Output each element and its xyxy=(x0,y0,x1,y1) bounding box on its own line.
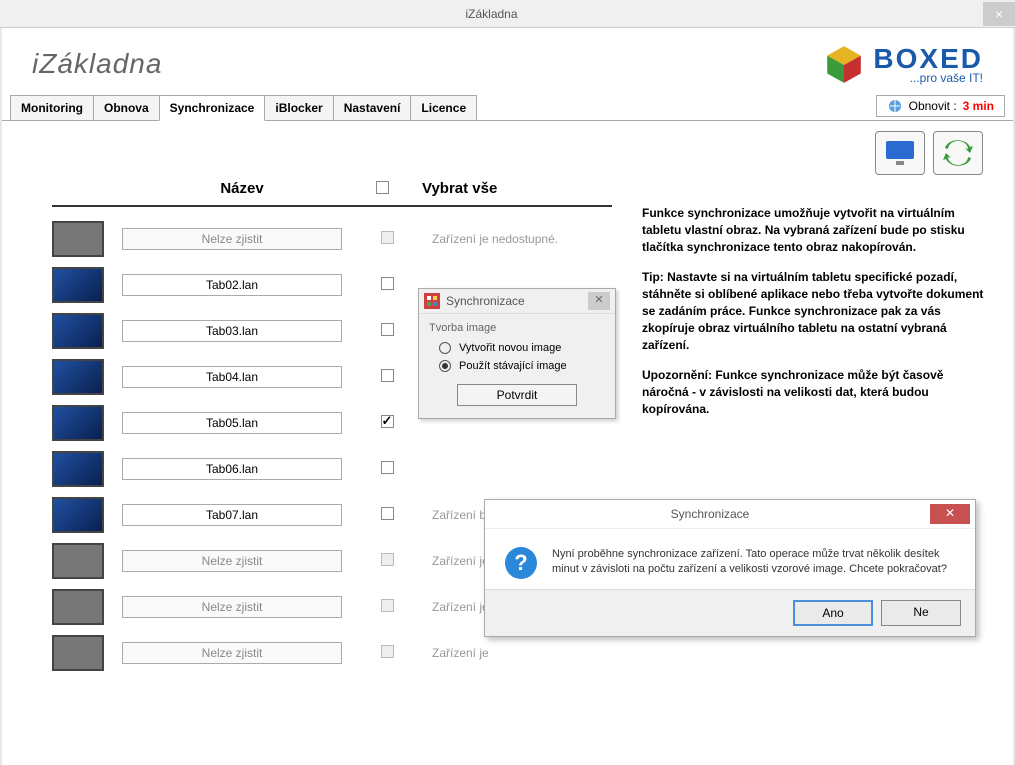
window-title: iZákladna xyxy=(0,7,983,21)
radio-icon xyxy=(439,342,451,354)
info-p2: Tip: Nastavte si na virtuálním tabletu s… xyxy=(642,270,983,351)
device-status: Zařízení bu xyxy=(412,508,493,522)
tab-synchronizace[interactable]: Synchronizace xyxy=(159,95,266,121)
info-p1: Funkce synchronizace umožňuje vytvořit n… xyxy=(642,206,965,254)
app-header: iZákladna BOXED ...pro vaše IT! xyxy=(2,28,1013,95)
device-row: Nelze zjistit Zařízení je nedostupné. xyxy=(52,221,612,257)
refresh-label: Obnovit : xyxy=(909,99,957,113)
device-thumbnail[interactable] xyxy=(52,635,104,671)
select-all-checkbox[interactable] xyxy=(376,181,389,194)
confirm-popup-title: Synchronizace xyxy=(490,507,930,521)
image-confirm-button[interactable]: Potvrdit xyxy=(457,384,577,406)
device-status: Zařízení je xyxy=(412,554,489,568)
device-name-field[interactable]: Tab06.lan xyxy=(122,458,342,480)
device-checkbox xyxy=(381,599,394,612)
device-thumbnail[interactable] xyxy=(52,267,104,303)
device-thumbnail[interactable] xyxy=(52,543,104,579)
toolbar xyxy=(2,121,1013,175)
device-checkbox[interactable] xyxy=(381,369,394,382)
confirm-popup: Synchronizace ✕ ? Nyní proběhne synchron… xyxy=(484,499,976,637)
device-name-field[interactable]: Tab05.lan xyxy=(122,412,342,434)
tab-nastavení[interactable]: Nastavení xyxy=(333,95,412,120)
device-name-field: Nelze zjistit xyxy=(122,228,342,250)
device-checkbox[interactable] xyxy=(381,507,394,520)
radio-icon xyxy=(439,360,451,372)
device-thumbnail[interactable] xyxy=(52,221,104,257)
tab-obnova[interactable]: Obnova xyxy=(93,95,160,120)
question-icon: ? xyxy=(505,547,537,579)
device-name-field: Nelze zjistit xyxy=(122,596,342,618)
tab-iblocker[interactable]: iBlocker xyxy=(264,95,333,120)
header-select-all: Vybrat vše xyxy=(402,180,497,197)
window-titlebar: iZákladna × xyxy=(0,0,1015,28)
tabs-row: MonitoringObnovaSynchronizaceiBlockerNas… xyxy=(2,95,1013,121)
device-name-field[interactable]: Tab03.lan xyxy=(122,320,342,342)
device-checkbox[interactable] xyxy=(381,277,394,290)
globe-refresh-icon xyxy=(887,98,903,114)
tab-monitoring[interactable]: Monitoring xyxy=(10,95,94,120)
device-name-field[interactable]: Tab02.lan xyxy=(122,274,342,296)
device-row: Nelze zjistit Zařízení je xyxy=(52,635,612,671)
device-status: Zařízení je nedostupné. xyxy=(412,232,558,246)
device-thumbnail[interactable] xyxy=(52,313,104,349)
radio-existing-label: Použít stávající image xyxy=(459,360,567,372)
device-checkbox xyxy=(381,231,394,244)
monitor-icon xyxy=(884,139,916,167)
window-close-button[interactable]: × xyxy=(983,2,1015,26)
device-checkbox[interactable] xyxy=(381,323,394,336)
monitor-button[interactable] xyxy=(875,131,925,175)
radio-create-new[interactable]: Vytvořit novou image xyxy=(439,342,605,354)
image-popup-close[interactable]: ✕ xyxy=(588,292,610,310)
device-name-field[interactable]: Tab04.lan xyxy=(122,366,342,388)
device-status: Zařízení je xyxy=(412,600,489,614)
device-checkbox[interactable] xyxy=(381,461,394,474)
confirm-no-button[interactable]: Ne xyxy=(881,600,961,626)
image-group-label: Tvorba image xyxy=(429,322,605,334)
device-thumbnail[interactable] xyxy=(52,451,104,487)
confirm-yes-button[interactable]: Ano xyxy=(793,600,873,626)
tab-licence[interactable]: Licence xyxy=(410,95,477,120)
confirm-message: Nyní proběhne synchronizace zařízení. Ta… xyxy=(552,547,955,579)
device-thumbnail[interactable] xyxy=(52,589,104,625)
radio-use-existing[interactable]: Použít stávající image xyxy=(439,360,605,372)
device-name-field: Nelze zjistit xyxy=(122,642,342,664)
app-logo-right: BOXED ...pro vaše IT! xyxy=(823,43,983,85)
info-p3: Upozornění: Funkce synchronizace může bý… xyxy=(642,368,943,416)
device-thumbnail[interactable] xyxy=(52,497,104,533)
device-checkbox xyxy=(381,553,394,566)
device-name-field: Nelze zjistit xyxy=(122,550,342,572)
refresh-value: 3 min xyxy=(963,99,994,113)
device-checkbox xyxy=(381,645,394,658)
list-header: Název Vybrat vše xyxy=(52,175,612,207)
device-status: Zařízení je xyxy=(412,646,489,660)
app-small-icon xyxy=(424,293,440,309)
cube-icon xyxy=(823,43,865,85)
radio-create-label: Vytvořit novou image xyxy=(459,342,561,354)
device-checkbox[interactable] xyxy=(381,415,394,428)
device-name-field[interactable]: Tab07.lan xyxy=(122,504,342,526)
confirm-popup-close[interactable]: ✕ xyxy=(930,504,970,524)
app-logo-left: iZákladna xyxy=(32,48,823,80)
device-row: Tab06.lan xyxy=(52,451,612,487)
sync-button[interactable] xyxy=(933,131,983,175)
sync-arrows-icon xyxy=(942,139,974,167)
refresh-box[interactable]: Obnovit : 3 min xyxy=(876,95,1005,117)
image-popup: Synchronizace ✕ Tvorba image Vytvořit no… xyxy=(418,288,616,419)
header-name: Název xyxy=(122,180,362,197)
device-thumbnail[interactable] xyxy=(52,405,104,441)
device-thumbnail[interactable] xyxy=(52,359,104,395)
image-popup-title: Synchronizace xyxy=(446,294,588,308)
